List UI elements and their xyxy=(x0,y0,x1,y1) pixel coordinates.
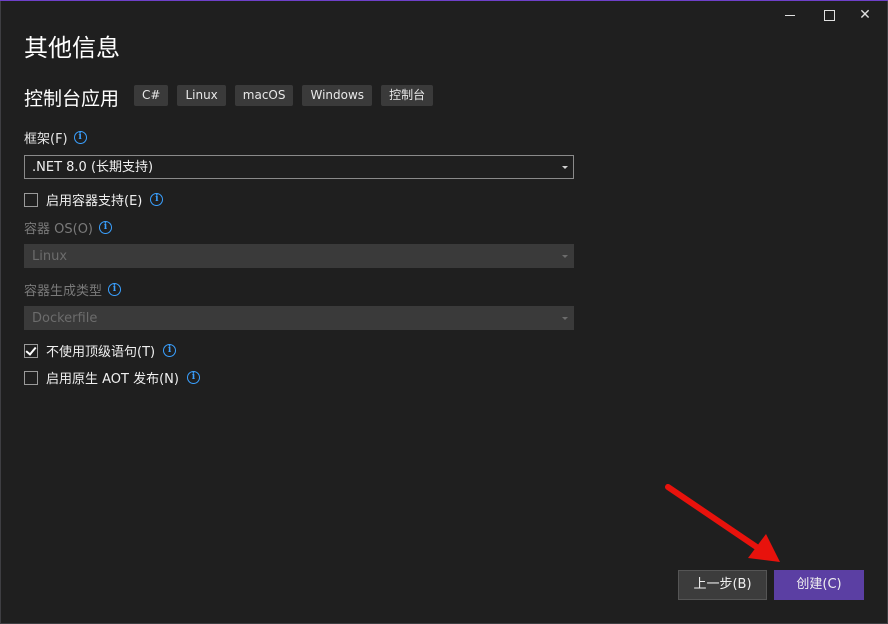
container-build-type-label: 容器生成类型 xyxy=(24,284,103,299)
container-support-row[interactable]: 启用容器支持(E) i xyxy=(24,190,164,209)
container-build-type-select: Dockerfile xyxy=(24,306,574,330)
chevron-down-icon xyxy=(562,255,568,258)
tag-csharp: C# xyxy=(134,85,169,106)
info-icon[interactable]: i xyxy=(108,283,122,296)
container-os-label: 容器 OS(O) xyxy=(24,222,93,237)
container-os-select-value: Linux xyxy=(32,249,68,264)
info-icon[interactable]: i xyxy=(186,371,200,384)
tag-macos: macOS xyxy=(234,85,294,106)
close-icon: ✕ xyxy=(859,7,871,23)
info-icon[interactable]: i xyxy=(150,193,164,206)
framework-select-value: .NET 8.0 (长期支持) xyxy=(32,160,154,175)
top-level-statements-row[interactable]: 不使用顶级语句(T) i xyxy=(24,341,177,360)
minimize-button[interactable] xyxy=(775,4,805,26)
container-build-type-label-row: 容器生成类型 i xyxy=(24,280,122,299)
framework-label-row: 框架(F) i xyxy=(24,128,87,147)
container-support-label: 启用容器支持(E) xyxy=(46,194,143,209)
window-accent-line xyxy=(0,0,888,1)
native-aot-checkbox[interactable] xyxy=(24,370,38,385)
maximize-icon xyxy=(823,9,835,21)
container-os-label-row: 容器 OS(O) i xyxy=(24,218,112,237)
annotation-arrow-icon xyxy=(665,484,780,562)
tag-windows: Windows xyxy=(302,85,373,106)
top-level-statements-checkbox[interactable] xyxy=(24,343,38,358)
template-tags: C# Linux macOS Windows 控制台 xyxy=(134,85,434,106)
minimize-icon xyxy=(785,14,795,16)
chevron-down-icon xyxy=(562,317,568,320)
top-level-statements-label: 不使用顶级语句(T) xyxy=(46,345,156,360)
info-icon[interactable]: i xyxy=(163,344,177,357)
tag-linux: Linux xyxy=(177,85,226,106)
tag-console: 控制台 xyxy=(381,85,434,106)
container-support-checkbox[interactable] xyxy=(24,192,38,207)
template-name: 控制台应用 xyxy=(24,88,120,110)
native-aot-label: 启用原生 AOT 发布(N) xyxy=(46,372,179,387)
info-icon[interactable]: i xyxy=(73,131,87,144)
container-os-select: Linux xyxy=(24,244,574,268)
create-button[interactable]: 创建(C) xyxy=(774,570,864,600)
maximize-button[interactable] xyxy=(814,4,844,26)
container-build-type-select-value: Dockerfile xyxy=(32,311,98,326)
native-aot-row[interactable]: 启用原生 AOT 发布(N) i xyxy=(24,368,200,387)
framework-label: 框架(F) xyxy=(24,132,68,147)
close-button[interactable]: ✕ xyxy=(850,4,880,26)
framework-select[interactable]: .NET 8.0 (长期支持) xyxy=(24,155,574,179)
info-icon[interactable]: i xyxy=(99,221,112,234)
back-button[interactable]: 上一步(B) xyxy=(678,570,767,600)
chevron-down-icon xyxy=(562,166,568,169)
page-title: 其他信息 xyxy=(24,34,120,62)
